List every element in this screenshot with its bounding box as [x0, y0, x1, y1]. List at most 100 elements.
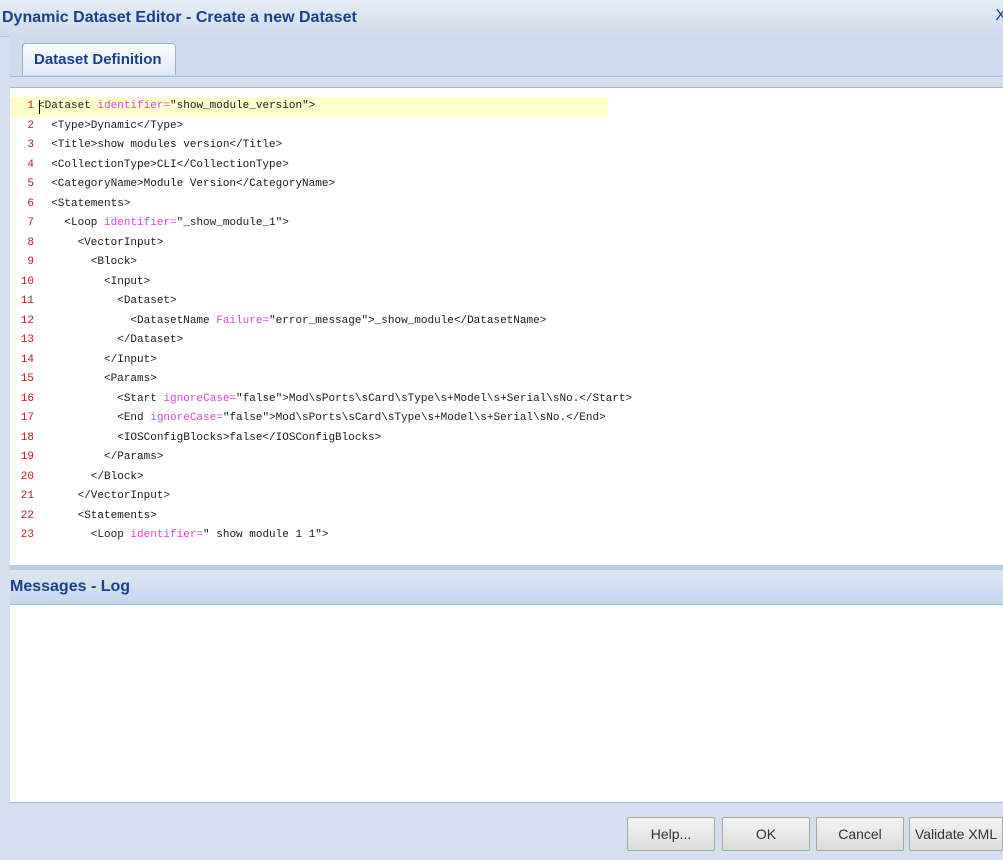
line-number: 16: [20, 392, 34, 405]
xml-text: "false">Mod\sPorts\sCard\sType\s+Model\s…: [222, 412, 606, 424]
code-text: </VectorInput>: [38, 487, 170, 507]
xml-text: </Input>: [38, 353, 157, 366]
code-line[interactable]: 20 </Block>: [10, 468, 1003, 488]
code-line[interactable]: 3 <Title>show modules version</Title>: [10, 136, 1003, 156]
close-icon[interactable]: X: [995, 7, 1003, 25]
cancel-button[interactable]: Cancel: [816, 817, 904, 851]
messages-log-panel: [10, 605, 1003, 803]
xml-text: </Params>: [38, 451, 164, 463]
code-line[interactable]: 5 <CategoryName>Module Version</Category…: [10, 175, 1003, 195]
line-number: 9: [27, 256, 34, 268]
code-line[interactable]: 21 </VectorInput>: [10, 487, 1003, 507]
ok-button[interactable]: OK: [722, 817, 810, 851]
text-cursor: [39, 100, 40, 114]
code-line[interactable]: 7 <Loop identifier="_show_module_1">: [10, 214, 1003, 234]
code-line[interactable]: 6 <Statements>: [10, 195, 1003, 215]
xml-text: <Statements>: [38, 197, 131, 210]
code-line[interactable]: 4 <CollectionType>CLI</CollectionType>: [10, 156, 1003, 176]
line-number: 4: [27, 158, 34, 171]
line-number: 1: [27, 100, 34, 112]
code-line[interactable]: 2 <Type>Dynamic</Type>: [10, 117, 1003, 137]
tab-strip: Dataset Definition: [10, 36, 1003, 77]
code-line[interactable]: 15 <Params>: [10, 370, 1003, 390]
code-text: <VectorInput>: [38, 234, 164, 254]
xml-text: "error_message">_show_module</DatasetNam…: [269, 314, 547, 327]
xml-code-editor[interactable]: 1 <Dataset identifier="show_module_versio…: [10, 87, 1003, 566]
code-line[interactable]: 10 <Input>: [10, 273, 1003, 293]
code-line[interactable]: 19 </Params>: [10, 448, 1003, 468]
code-line[interactable]: 17 <End ignoreCase="false">Mod\sPorts\sC…: [10, 409, 1003, 429]
code-line[interactable]: 9 <Block>: [10, 253, 1003, 273]
xml-text: <Loop: [38, 529, 131, 541]
xml-text: <CategoryName>Module Version</CategoryNa…: [38, 178, 336, 190]
code-text: </Params>: [38, 448, 163, 468]
line-number: 8: [27, 236, 34, 249]
xml-text: <DatasetName: [38, 314, 217, 327]
code-line[interactable]: 18 <IOSConfigBlocks>false</IOSConfigBloc…: [10, 429, 1003, 449]
line-number: 11: [20, 295, 34, 307]
xml-text: <Params>: [38, 373, 157, 385]
code-line[interactable]: 1 <Dataset identifier="show_module_versio…: [10, 97, 1003, 117]
code-line[interactable]: 13 </Dataset>: [10, 331, 1003, 351]
xml-text: <VectorInput>: [38, 236, 164, 249]
title-bar: Dynamic Dataset Editor - Create a new Da…: [0, 0, 1003, 37]
xml-attribute: identifier=: [97, 100, 171, 112]
xml-text: "_show_module_1">: [176, 217, 289, 229]
line-number: 10: [20, 275, 34, 288]
code-line[interactable]: 11 <Dataset>: [10, 292, 1003, 312]
line-number: 2: [27, 119, 34, 132]
help-button[interactable]: Help...: [627, 817, 715, 851]
xml-text: <Type>Dynamic</Type>: [38, 119, 184, 132]
dialog-footer: Help... OK Cancel Validate XML: [0, 803, 1003, 860]
code-text: <Statements>: [38, 507, 157, 527]
messages-log-title: Messages - Log: [10, 578, 131, 595]
code-line[interactable]: 12 <DatasetName Failure="error_message">…: [10, 312, 1003, 332]
code-text: <Title>show modules version</Title>: [38, 136, 282, 156]
xml-text: " show module 1 1">: [203, 529, 329, 541]
xml-attribute: identifier=: [104, 217, 177, 229]
code-text: </Input>: [38, 351, 157, 371]
xml-attribute: ignoreCase=: [150, 412, 223, 424]
xml-text: </Block>: [38, 470, 144, 483]
line-number: 5: [27, 178, 34, 190]
xml-text: <CollectionType>CLI</CollectionType>: [38, 158, 289, 171]
code-text: <CategoryName>Module Version</CategoryNa…: [38, 175, 335, 195]
line-number: 13: [20, 334, 34, 346]
xml-text: <End: [38, 412, 151, 424]
line-number: 21: [20, 490, 34, 502]
code-text: <Dataset>: [38, 292, 176, 312]
xml-text: </VectorInput>: [38, 490, 171, 502]
messages-log-header: Messages - Log: [10, 570, 1003, 605]
code-line[interactable]: 22 <Statements>: [10, 507, 1003, 527]
tab-dataset-definition[interactable]: Dataset Definition: [22, 43, 176, 75]
xml-text: <Dataset: [38, 100, 98, 112]
xml-text: <Start: [38, 392, 164, 405]
window-title: Dynamic Dataset Editor - Create a new Da…: [2, 9, 357, 26]
line-number: 20: [20, 470, 34, 483]
xml-text: "false">Mod\sPorts\sCard\sType\s+Model\s…: [236, 392, 633, 405]
validate-xml-button[interactable]: Validate XML: [909, 817, 1003, 851]
line-number: 17: [20, 412, 34, 424]
code-line[interactable]: 14 </Input>: [10, 351, 1003, 371]
tab-label: Dataset Definition: [34, 51, 162, 68]
code-line[interactable]: 8 <VectorInput>: [10, 234, 1003, 254]
code-text: <CollectionType>CLI</CollectionType>: [38, 156, 289, 176]
line-number: 15: [20, 373, 34, 385]
code-text: <Dataset identifier="show_module_version…: [38, 97, 315, 117]
xml-attribute: identifier=: [130, 529, 204, 541]
code-line[interactable]: 16 <Start ignoreCase="false">Mod\sPorts\…: [10, 390, 1003, 410]
xml-text: </Dataset>: [38, 334, 184, 346]
code-line[interactable]: 23 <Loop identifier=" show module 1 1">: [10, 526, 1003, 546]
code-text: <Params>: [38, 370, 157, 390]
xml-text: <IOSConfigBlocks>false</IOSConfigBlocks>: [38, 431, 382, 444]
code-text: </Dataset>: [38, 331, 183, 351]
xml-text: <Title>show modules version</Title>: [38, 139, 283, 151]
xml-text: "show_module_version">: [170, 100, 316, 112]
code-lines[interactable]: 1 <Dataset identifier="show_module_versio…: [10, 97, 1003, 546]
code-text: <Start ignoreCase="false">Mod\sPorts\sCa…: [38, 390, 632, 410]
line-number: 3: [27, 139, 34, 151]
line-number: 19: [20, 451, 34, 463]
line-number: 12: [20, 314, 34, 327]
code-text: </Block>: [38, 468, 144, 488]
code-text: <Type>Dynamic</Type>: [38, 117, 183, 137]
